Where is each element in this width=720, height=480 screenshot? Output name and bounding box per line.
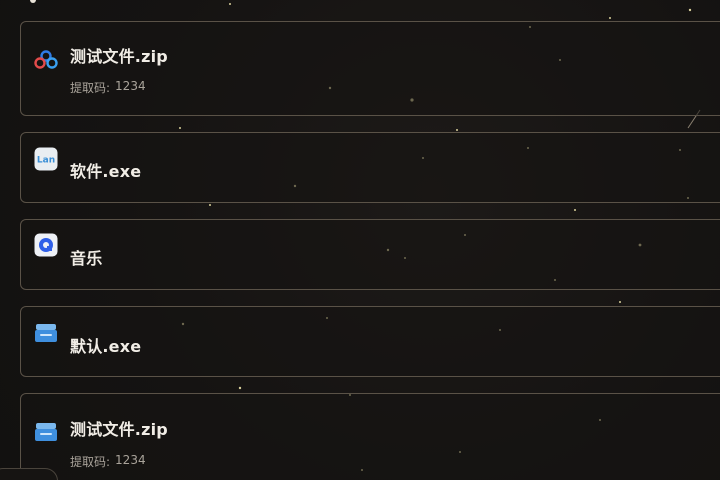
- baidu-netdisk-icon: [34, 48, 58, 72]
- extraction-code: 提取码: 1234: [70, 453, 146, 470]
- file-title: 默认.exe: [70, 337, 142, 356]
- file-card[interactable]: Lan 软件.exe: [20, 132, 720, 203]
- extraction-code-value: 1234: [115, 79, 146, 93]
- default-drive-icon: [34, 420, 58, 444]
- page: 测试文件.zip 提取码: 1234 Lan 软件.exe 音乐 默认.exe …: [0, 0, 720, 480]
- svg-text:Lan: Lan: [37, 156, 55, 166]
- file-card[interactable]: 音乐: [20, 219, 720, 290]
- file-card[interactable]: 测试文件.zip 提取码: 1234: [20, 21, 720, 116]
- file-title: 音乐: [70, 249, 103, 268]
- file-card[interactable]: 默认.exe: [20, 306, 720, 377]
- file-title: 测试文件.zip: [70, 47, 168, 66]
- file-title: 软件.exe: [70, 162, 142, 181]
- lanzou-cloud-icon: Lan: [34, 147, 58, 171]
- extraction-code: 提取码: 1234: [70, 79, 146, 96]
- file-card[interactable]: 测试文件.zip 提取码: 1234: [20, 393, 720, 480]
- default-drive-icon: [34, 321, 58, 345]
- extraction-code-label: 提取码:: [70, 455, 111, 469]
- file-title: 测试文件.zip: [70, 420, 168, 439]
- extraction-code-label: 提取码:: [70, 81, 111, 95]
- extraction-code-value: 1234: [115, 453, 146, 467]
- quark-drive-icon: [34, 233, 58, 257]
- top-indicator-dot: [30, 0, 36, 3]
- floating-tab-button[interactable]: [0, 468, 58, 480]
